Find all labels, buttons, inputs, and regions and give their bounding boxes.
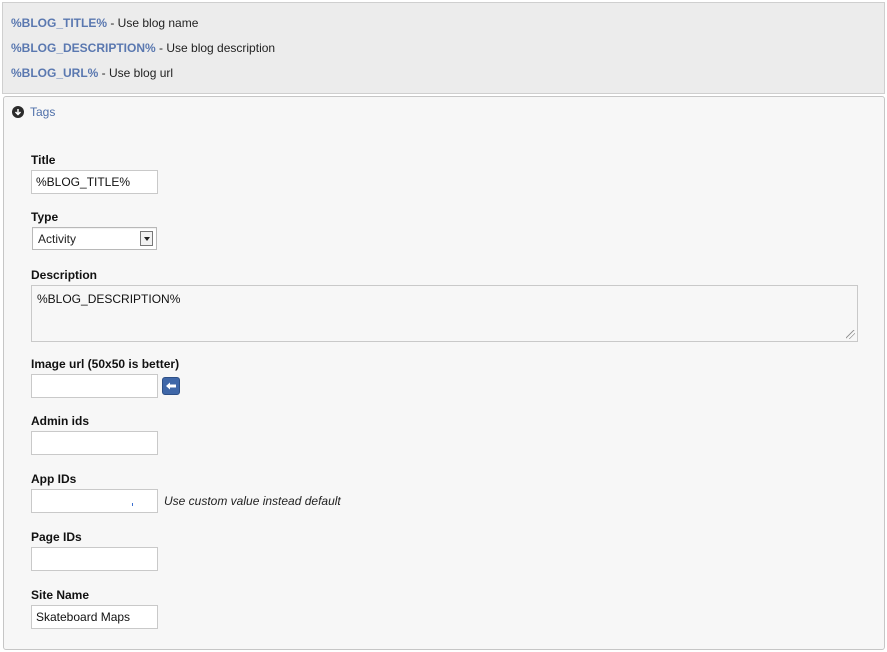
page-ids-label: Page IDs bbox=[31, 530, 82, 544]
chevron-down-icon bbox=[140, 231, 153, 246]
app-ids-note: Use custom value instead default bbox=[164, 494, 341, 508]
field-image-url: Image url (50x50 is better) bbox=[31, 357, 180, 398]
image-url-label: Image url (50x50 is better) bbox=[31, 357, 180, 371]
title-input[interactable] bbox=[31, 170, 158, 194]
upload-arrow-icon[interactable] bbox=[162, 377, 180, 395]
app-ids-input[interactable] bbox=[31, 489, 158, 513]
circle-arrow-down-icon bbox=[12, 106, 24, 118]
field-description: Description %BLOG_DESCRIPTION% bbox=[31, 268, 858, 342]
field-admin-ids: Admin ids bbox=[31, 414, 158, 455]
admin-ids-label: Admin ids bbox=[31, 414, 90, 428]
variable-description: - Use blog description bbox=[155, 41, 276, 55]
variable-name: %BLOG_URL% bbox=[11, 66, 99, 80]
help-row-blog-description: %BLOG_DESCRIPTION% - Use blog descriptio… bbox=[11, 41, 275, 55]
field-site-name: Site Name bbox=[31, 588, 158, 629]
description-label: Description bbox=[31, 268, 98, 282]
help-row-blog-title: %BLOG_TITLE% - Use blog name bbox=[11, 16, 198, 30]
type-selected-value: Activity bbox=[38, 231, 77, 246]
app-ids-label: App IDs bbox=[31, 472, 77, 486]
site-name-input[interactable] bbox=[31, 605, 158, 629]
tags-panel: Tags Title Type Activity Description %BL… bbox=[3, 96, 885, 650]
admin-ids-input[interactable] bbox=[31, 431, 158, 455]
field-title: Title bbox=[31, 153, 158, 194]
field-type: Type Activity bbox=[31, 210, 157, 250]
variable-description: - Use blog url bbox=[98, 66, 174, 80]
tags-toggle-label: Tags bbox=[30, 105, 56, 119]
type-select[interactable]: Activity bbox=[32, 227, 157, 250]
title-label: Title bbox=[31, 153, 56, 167]
variable-name: %BLOG_TITLE% bbox=[11, 16, 108, 30]
help-row-blog-url: %BLOG_URL% - Use blog url bbox=[11, 66, 173, 80]
site-name-label: Site Name bbox=[31, 588, 90, 602]
image-url-input[interactable] bbox=[31, 374, 158, 398]
resize-grip-icon[interactable] bbox=[846, 330, 855, 339]
variables-help-box: %BLOG_TITLE% - Use blog name %BLOG_DESCR… bbox=[2, 2, 885, 94]
text-cursor bbox=[132, 503, 133, 506]
type-label: Type bbox=[31, 210, 59, 224]
field-app-ids: App IDs Use custom value instead default bbox=[31, 472, 341, 513]
page-ids-input[interactable] bbox=[31, 547, 158, 571]
field-page-ids: Page IDs bbox=[31, 530, 158, 571]
variable-name: %BLOG_DESCRIPTION% bbox=[11, 41, 156, 55]
variable-description: - Use blog name bbox=[107, 16, 199, 30]
description-textarea[interactable]: %BLOG_DESCRIPTION% bbox=[31, 285, 858, 342]
tags-toggle[interactable]: Tags bbox=[12, 105, 55, 119]
